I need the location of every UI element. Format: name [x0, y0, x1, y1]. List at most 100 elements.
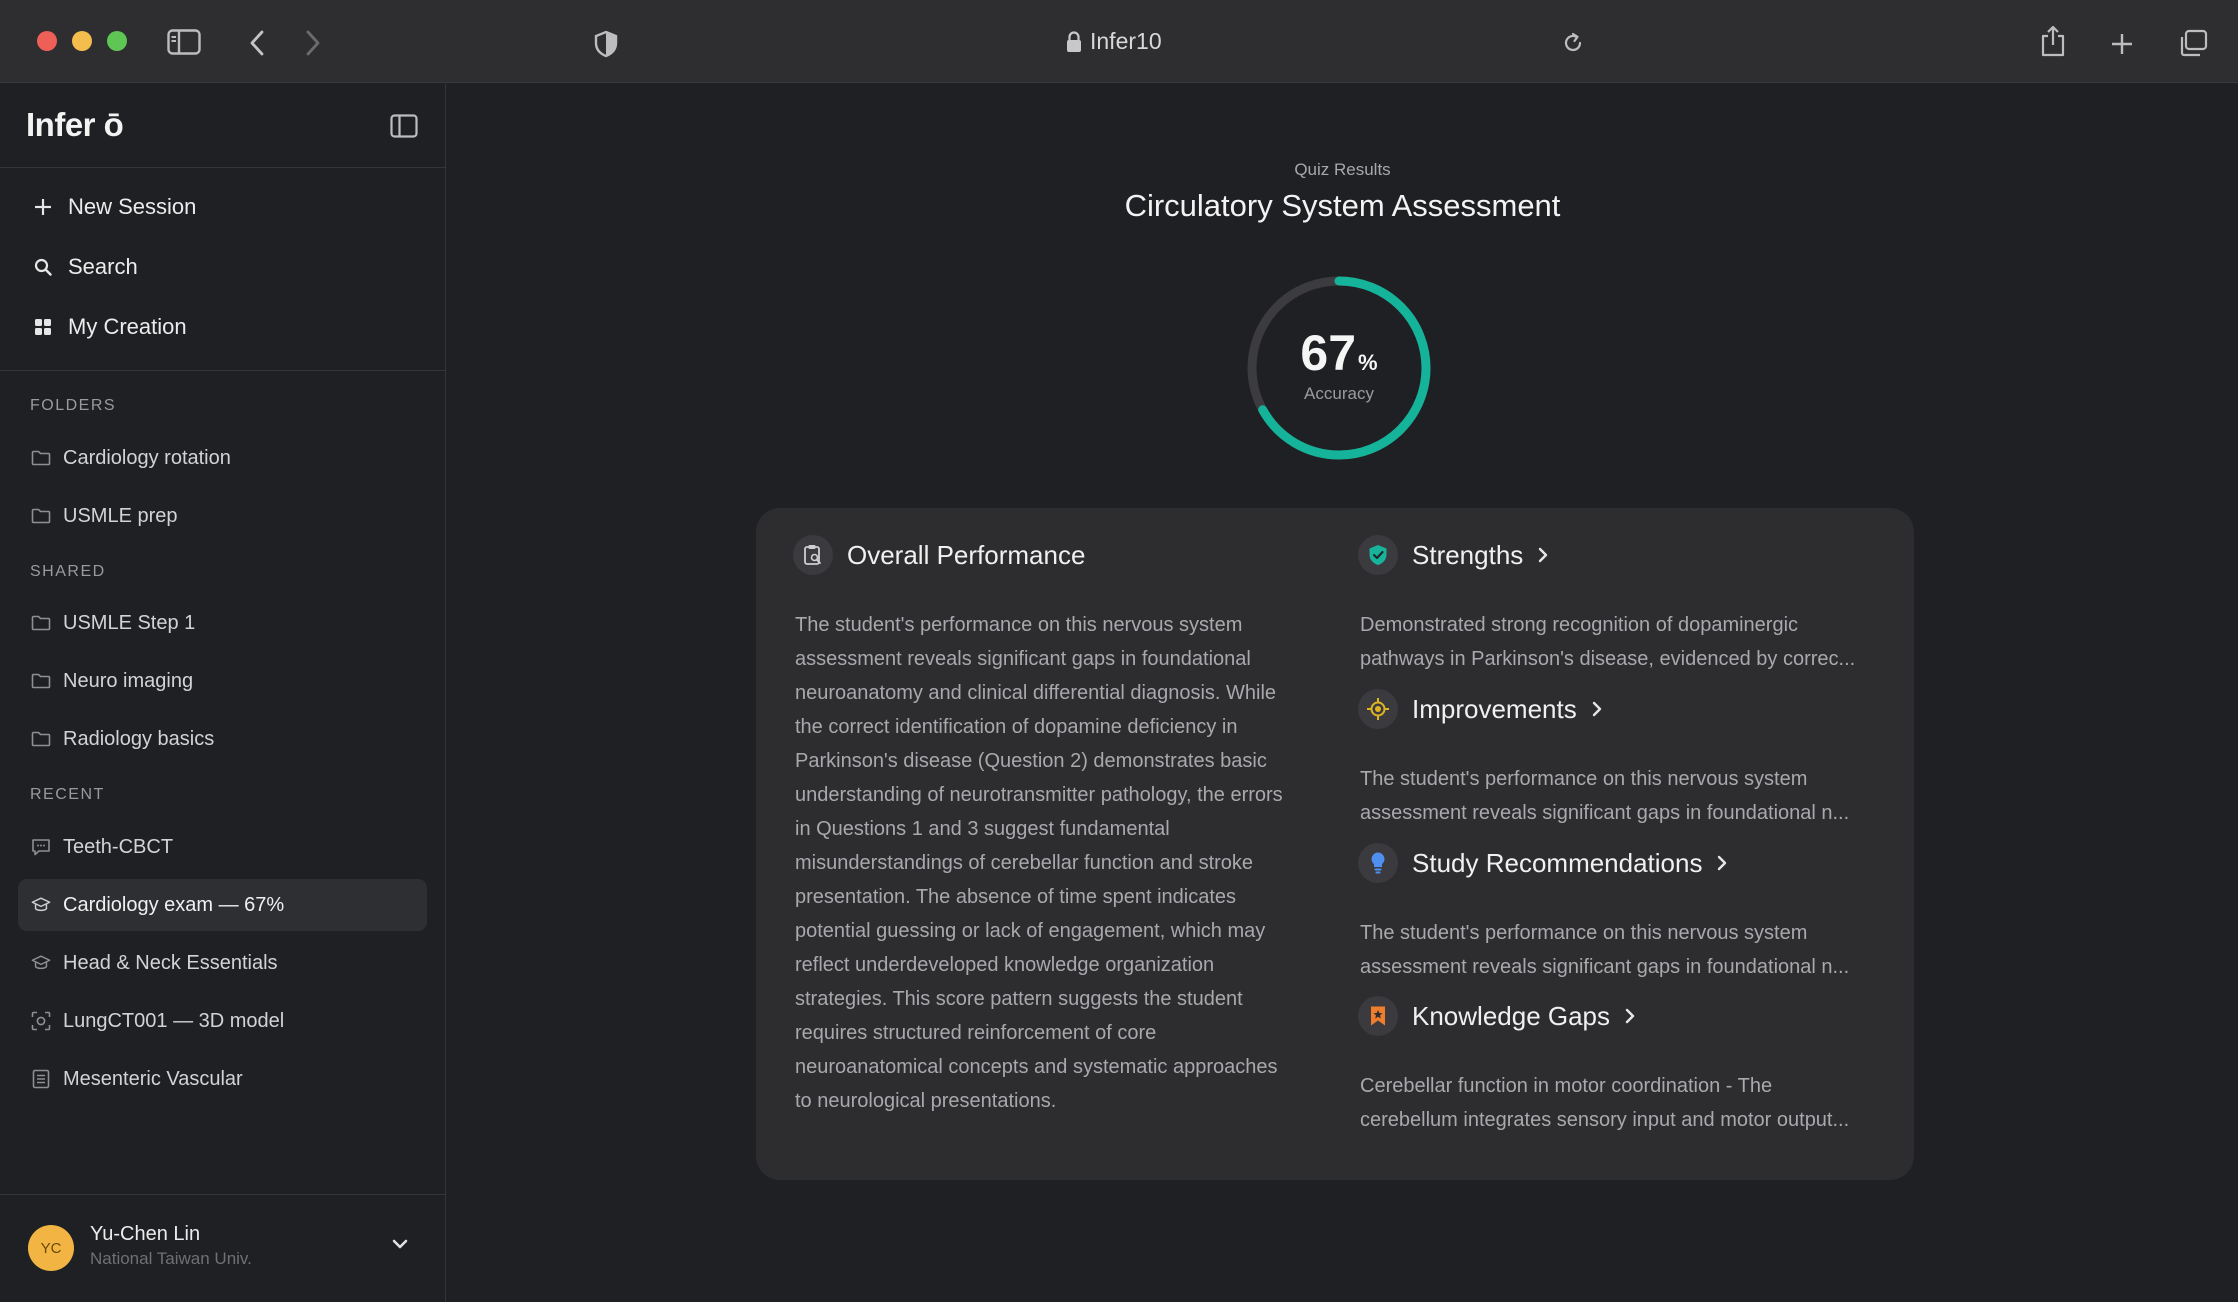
sidebar: Infer ō New Session Search My Creation F… [0, 84, 446, 1302]
text-line: neuroanatomy and clinical differential d… [795, 682, 1277, 704]
back-icon[interactable] [244, 29, 270, 57]
text-line: cerebellum integrates sensory input and … [1360, 1109, 1850, 1131]
text-line: in Questions 1 and 3 suggest fundamental [795, 818, 1170, 840]
new-session-label: New Session [68, 194, 197, 219]
knowledge-gaps-link[interactable]: Knowledge Gaps [1358, 996, 1636, 1036]
improvements-link[interactable]: Improvements [1358, 689, 1603, 729]
close-window-button[interactable] [37, 31, 57, 51]
clipboard-icon [793, 535, 833, 575]
avatar: YC [28, 1225, 74, 1271]
text-line: The student's performance on this nervou… [1360, 922, 1808, 944]
folders-section-label: FOLDERS [30, 397, 117, 414]
text-line: to neurological presentations. [795, 1090, 1057, 1112]
user-organization: National Taiwan Univ. [90, 1249, 252, 1268]
shared-label: Neuro imaging [63, 669, 194, 692]
document-list-icon [31, 1069, 51, 1089]
text-line: understanding of neurotransmitter pathol… [795, 784, 1283, 806]
text-line: pathways in Parkinson's disease, evidenc… [1360, 648, 1856, 670]
text-line: neuroanatomical concepts and systematic … [795, 1056, 1278, 1078]
folder-icon [31, 729, 51, 749]
chevron-down-icon[interactable] [390, 1237, 410, 1256]
recent-item-teeth-cbct[interactable]: Teeth-CBCT [18, 821, 427, 873]
forward-icon[interactable] [300, 29, 326, 57]
text-line: strategies. This score pattern suggests … [795, 988, 1243, 1010]
overall-performance-header: Overall Performance [793, 535, 1085, 575]
collapse-sidebar-icon[interactable] [390, 114, 418, 143]
search-button[interactable]: Search [32, 247, 138, 287]
accuracy-value: 67% [1243, 324, 1435, 382]
bookmark-icon [1358, 996, 1398, 1036]
folder-icon [31, 671, 51, 691]
quiz-results-view: Quiz Results Circulatory System Assessme… [447, 84, 2238, 1302]
recent-label: Cardiology exam — 67% [63, 893, 285, 916]
browser-window: Infer10 Infer ō New Session Search My Cr… [0, 0, 2238, 1302]
shield-icon[interactable] [592, 29, 620, 59]
zoom-window-button[interactable] [107, 31, 127, 51]
browser-toolbar: Infer10 [0, 0, 2238, 83]
accuracy-unit: % [1358, 350, 1378, 375]
shared-section-label: SHARED [30, 563, 106, 580]
chevron-right-icon [1624, 1007, 1636, 1025]
text-line: misunderstandings of cerebellar function… [795, 852, 1254, 874]
recent-item-lungct[interactable]: LungCT001 — 3D model [18, 995, 427, 1047]
sidebar-toggle-icon[interactable] [166, 28, 202, 56]
strengths-title: Strengths [1412, 539, 1524, 570]
shield-check-icon [1358, 535, 1398, 575]
tab-overview-icon[interactable] [2177, 28, 2209, 58]
user-profile[interactable]: YC Yu-Chen Lin National Taiwan Univ. [0, 1194, 446, 1302]
study-recommendations-summary: The student's performance on this nervou… [1360, 916, 1875, 984]
recent-section-label: RECENT [30, 786, 105, 803]
brand-logo: Infer ō [26, 106, 124, 143]
text-line: requires structured reinforcement of cor… [795, 1022, 1157, 1044]
knowledge-gaps-title: Knowledge Gaps [1412, 1000, 1611, 1031]
folder-icon [31, 506, 51, 526]
text-line: Cerebellar function in motor coordinatio… [1360, 1075, 1773, 1097]
minimize-window-button[interactable] [72, 31, 92, 51]
text-line: assessment reveals significant gaps in f… [1360, 802, 1850, 824]
page-title: Circulatory System Assessment [1124, 188, 1561, 223]
chat-icon [31, 837, 51, 857]
folder-item[interactable]: USMLE prep [18, 490, 427, 542]
search-icon [32, 256, 54, 278]
chevron-right-icon [1537, 546, 1549, 564]
my-creation-label: My Creation [68, 314, 187, 339]
divider [0, 167, 446, 168]
folder-icon [31, 448, 51, 468]
graduation-cap-icon [31, 953, 51, 973]
shared-item[interactable]: USMLE Step 1 [18, 597, 427, 649]
study-recommendations-link[interactable]: Study Recommendations [1358, 843, 1728, 883]
folder-item[interactable]: Cardiology rotation [18, 432, 427, 484]
recent-item-cardiology-exam[interactable]: Cardiology exam — 67% [18, 879, 427, 931]
recent-item-mesenteric[interactable]: Mesenteric Vascular [18, 1053, 427, 1105]
new-session-button[interactable]: New Session [32, 187, 196, 227]
improvements-summary: The student's performance on this nervou… [1360, 762, 1875, 830]
shared-label: Radiology basics [63, 727, 215, 750]
accuracy-number: 67 [1300, 325, 1357, 381]
recent-item-head-neck[interactable]: Head & Neck Essentials [18, 937, 427, 989]
target-icon [1358, 689, 1398, 729]
new-tab-icon[interactable] [2108, 30, 2136, 58]
text-line: presentation. The absence of time spent … [795, 886, 1237, 908]
study-recommendations-title: Study Recommendations [1412, 847, 1703, 878]
strengths-summary: Demonstrated strong recognition of dopam… [1360, 608, 1875, 676]
share-icon[interactable] [2038, 24, 2068, 58]
folder-label: Cardiology rotation [63, 446, 231, 469]
chevron-right-icon [1591, 700, 1603, 718]
text-line: reflect underdeveloped knowledge organiz… [795, 954, 1215, 976]
folder-icon [31, 613, 51, 633]
recent-label: LungCT001 — 3D model [63, 1009, 285, 1032]
text-line: The student's performance on this nervou… [1360, 768, 1808, 790]
overall-performance-title: Overall Performance [847, 539, 1086, 570]
strengths-link[interactable]: Strengths [1358, 535, 1549, 575]
chevron-right-icon [1716, 854, 1728, 872]
shared-item[interactable]: Neuro imaging [18, 655, 427, 707]
folder-label: USMLE prep [63, 504, 178, 527]
my-creation-button[interactable]: My Creation [32, 307, 187, 347]
shared-item[interactable]: Radiology basics [18, 713, 427, 765]
url-address-bar[interactable]: Infer10 [1090, 28, 1162, 55]
text-line: assessment reveals significant gaps in f… [1360, 956, 1850, 978]
overall-performance-text: The student's performance on this nervou… [795, 608, 1315, 1118]
text-line: Parkinson's disease (Question 2) demonst… [795, 750, 1267, 772]
text-line: assessment reveals significant gaps in f… [795, 648, 1251, 670]
reload-icon[interactable] [1560, 30, 1586, 56]
